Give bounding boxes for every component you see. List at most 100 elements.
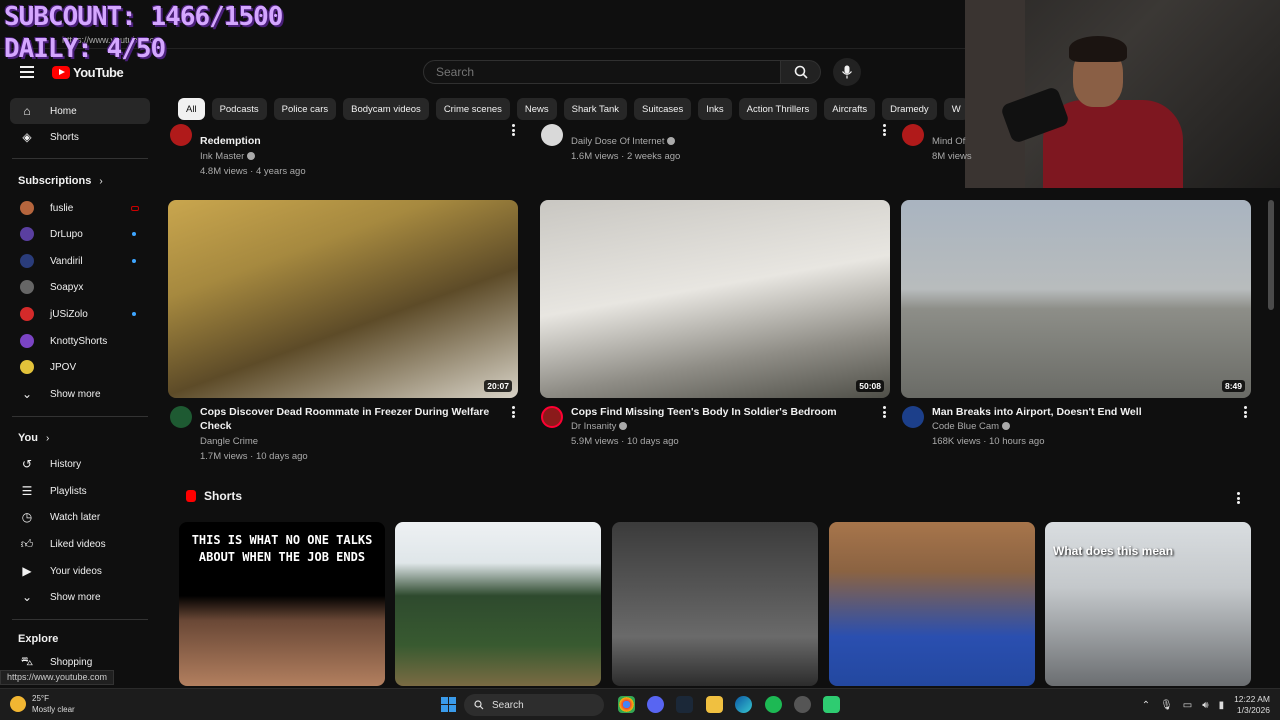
weather-widget[interactable]: 25°F Mostly clear — [10, 693, 75, 715]
channel-avatar[interactable] — [902, 406, 924, 428]
explore-heading-label: Explore — [18, 633, 59, 645]
taskbar-search[interactable]: Search — [464, 694, 604, 716]
clock[interactable]: 12:22 AM 1/3/2026 — [1234, 694, 1270, 716]
more-actions-icon[interactable] — [1243, 406, 1247, 418]
subscriptions-heading-label: Subscriptions — [18, 175, 92, 187]
search-input[interactable] — [436, 65, 756, 79]
channel-avatar — [20, 280, 34, 294]
search-button[interactable] — [781, 60, 821, 84]
sidebar-item-liked-videos[interactable]: 👍︎ Liked videos — [10, 531, 150, 557]
channel-avatar[interactable] — [170, 406, 192, 428]
short-card[interactable] — [395, 522, 601, 686]
sidebar-item-playlists[interactable]: ☰ Playlists — [10, 478, 150, 504]
chip-aircrafts[interactable]: Aircrafts — [824, 98, 876, 120]
watch-later-icon: ◷ — [21, 510, 33, 524]
short-card[interactable]: THIS IS WHAT NO ONE TALKS ABOUT WHEN THE… — [179, 522, 385, 686]
chip-podcasts[interactable]: Podcasts — [211, 98, 267, 120]
chrome-icon[interactable] — [618, 696, 635, 713]
volume-icon[interactable]: 🔊︎ — [1202, 700, 1208, 711]
webcam-background — [965, 0, 1025, 188]
channel-avatar[interactable] — [541, 124, 563, 146]
shorts-more-actions-icon[interactable] — [1236, 492, 1240, 504]
channel-avatar-live[interactable] — [541, 406, 563, 428]
sidebar-item-label: DrLupo — [50, 228, 83, 240]
channel-name[interactable]: Ink Master — [200, 149, 256, 164]
chip-suitcases[interactable]: Suitcases — [634, 98, 692, 120]
sidebar-item-jusizolo[interactable]: jUSiZolo — [10, 301, 150, 327]
hamburger-menu-icon[interactable] — [20, 66, 34, 78]
search-icon — [794, 65, 808, 79]
sidebar-item-jpov[interactable]: JPOV — [10, 354, 150, 380]
short-card[interactable] — [612, 522, 818, 686]
video-title[interactable]: Cops Find Missing Teen's Body In Soldier… — [571, 405, 871, 419]
more-actions-icon[interactable] — [882, 124, 886, 136]
video-duration: 8:49 — [1221, 380, 1245, 392]
sidebar-show-more-you[interactable]: ⌄ Show more — [10, 584, 150, 610]
sidebar-item-fuslie[interactable]: fuslie — [10, 195, 150, 221]
video-thumbnail[interactable]: 20:07 — [168, 200, 518, 398]
channel-avatar[interactable] — [902, 124, 924, 146]
channel-name[interactable]: Daily Dose Of Internet — [571, 134, 676, 149]
voice-search-button[interactable] — [833, 58, 861, 86]
channel-avatar[interactable] — [170, 124, 192, 146]
sidebar-item-shorts[interactable]: ◈ Shorts — [10, 124, 150, 150]
sidebar-item-knottyshorts[interactable]: KnottyShorts — [10, 328, 150, 354]
channel-name[interactable]: Mind Of — [932, 134, 965, 149]
sidebar-item-history[interactable]: ↺ History — [10, 451, 150, 477]
video-title[interactable]: Man Breaks into Airport, Doesn't End Wel… — [932, 405, 1232, 419]
channel-name[interactable]: Code Blue Cam — [932, 419, 1011, 434]
microphone-icon[interactable]: 🎙︎ — [1160, 700, 1173, 711]
sidebar-item-vandiril[interactable]: Vandiril — [10, 248, 150, 274]
sidebar-item-soapyx[interactable]: Soapyx — [10, 274, 150, 300]
logo-text: YouTube — [73, 65, 124, 80]
history-icon: ↺ — [21, 457, 33, 471]
app-icon[interactable] — [823, 696, 840, 713]
shorts-heading-label: Shorts — [204, 489, 243, 503]
chip-inks[interactable]: Inks — [698, 98, 732, 120]
chip-all[interactable]: All — [178, 98, 205, 120]
subscriptions-heading[interactable]: Subscriptions › — [18, 175, 103, 187]
sidebar-item-watch-later[interactable]: ◷ Watch later — [10, 504, 150, 530]
battery-icon[interactable]: ▮ — [1219, 700, 1225, 711]
youtube-logo[interactable]: YouTube — [52, 65, 124, 80]
short-card[interactable] — [829, 522, 1035, 686]
chip-crime-scenes[interactable]: Crime scenes — [435, 98, 510, 120]
more-actions-icon[interactable] — [511, 406, 515, 418]
you-heading[interactable]: You › — [18, 432, 49, 444]
channel-avatar — [20, 254, 34, 268]
windows-start-icon[interactable] — [441, 697, 456, 712]
more-actions-icon[interactable] — [511, 124, 515, 136]
chip-partial[interactable]: W — [943, 98, 965, 120]
more-actions-icon[interactable] — [882, 406, 886, 418]
chevron-up-icon[interactable]: ⌃ — [1142, 700, 1150, 711]
edge-icon[interactable] — [735, 696, 752, 713]
chip-action-thrillers[interactable]: Action Thrillers — [738, 98, 818, 120]
page-scrollbar[interactable] — [1268, 200, 1274, 310]
sidebar-item-home[interactable]: ⌂ Home — [10, 98, 150, 124]
network-icon[interactable]: ▭ — [1183, 700, 1192, 711]
chip-shark-tank[interactable]: Shark Tank — [563, 98, 628, 120]
live-indicator-icon — [131, 205, 139, 211]
chip-police-cars[interactable]: Police cars — [273, 98, 337, 120]
sidebar-show-more-subscriptions[interactable]: ⌄ Show more — [10, 381, 150, 407]
channel-name[interactable]: Dangle Crime — [200, 434, 258, 449]
discord-icon[interactable] — [647, 696, 664, 713]
chip-dramedy[interactable]: Dramedy — [882, 98, 937, 120]
channel-name[interactable]: Dr Insanity — [571, 419, 628, 434]
video-thumbnail[interactable]: 8:49 — [901, 200, 1251, 398]
sidebar-item-label: History — [50, 458, 82, 470]
chip-bodycam-videos[interactable]: Bodycam videos — [343, 98, 429, 120]
steam-icon[interactable] — [676, 696, 693, 713]
video-thumbnail[interactable]: 50:08 — [540, 200, 890, 398]
video-title[interactable]: Cops Discover Dead Roommate in Freezer D… — [200, 405, 500, 433]
search-icon — [474, 700, 484, 710]
app-icon[interactable] — [794, 696, 811, 713]
spotify-icon[interactable] — [765, 696, 782, 713]
sidebar-item-your-videos[interactable]: ▶ Your videos — [10, 558, 150, 584]
search-box[interactable] — [423, 60, 781, 84]
chip-news[interactable]: News — [516, 98, 557, 120]
video-title[interactable]: Redemption — [200, 134, 261, 148]
short-card[interactable]: What does this mean — [1045, 522, 1251, 686]
sidebar-item-drlupo[interactable]: DrLupo — [10, 221, 150, 247]
file-explorer-icon[interactable] — [706, 696, 723, 713]
